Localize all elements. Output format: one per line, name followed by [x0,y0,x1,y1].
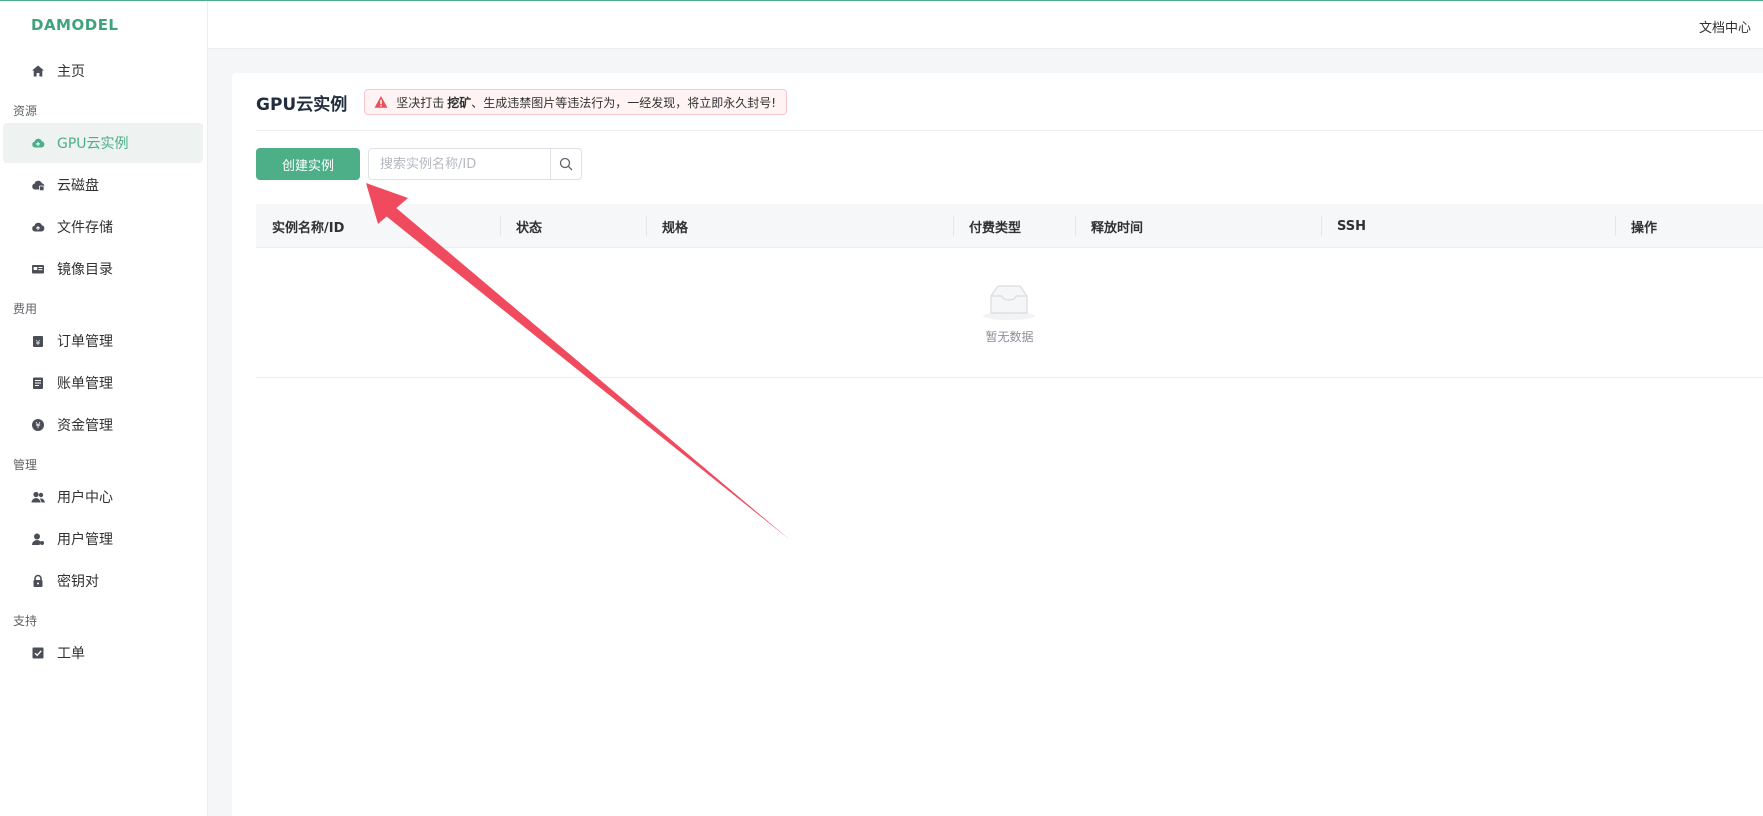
column-header-release-time[interactable]: 释放时间 [1075,204,1143,248]
sidebar-item-orders[interactable]: ¥ 订单管理 [3,321,203,361]
cloud-disk-icon [31,178,45,192]
table-header: 实例名称/ID 状态 规格 付费类型 释放时间 SSH 操作 [256,204,1763,248]
column-header-name[interactable]: 实例名称/ID [256,204,344,248]
sidebar-item-label: 用户中心 [57,490,113,506]
warning-icon [374,96,388,108]
top-header: 文档中心 [208,1,1763,49]
lock-icon [31,574,45,588]
column-header-ssh[interactable]: SSH [1321,204,1366,248]
image-catalog-icon [31,262,45,276]
sidebar-item-label: 镜像目录 [57,262,113,278]
sidebar-item-tickets[interactable]: 工单 [3,633,203,673]
search-box [368,148,582,180]
ticket-icon [31,646,45,660]
warning-text-bold: 挖矿 [447,95,472,110]
sidebar-section-resources: 资源 [13,104,38,118]
funds-icon: ¥ [31,418,45,432]
sidebar-item-funds[interactable]: ¥ 资金管理 [3,405,203,445]
sidebar-item-image-catalog[interactable]: 镜像目录 [3,249,203,289]
cloud-storage-icon [31,220,45,234]
sidebar-item-label: 工单 [57,646,85,662]
empty-state: 暂无数据 [256,278,1763,345]
sidebar-item-label: 主页 [57,64,85,80]
bill-icon [31,376,45,390]
sidebar-item-user-center[interactable]: 用户中心 [3,477,203,517]
svg-text:¥: ¥ [36,339,41,347]
user-manage-icon [31,532,45,546]
search-button[interactable] [550,149,581,179]
sidebar-item-cloud-disk[interactable]: 云磁盘 [3,165,203,205]
sidebar-section-management: 管理 [13,458,38,472]
logo[interactable]: DAMODEL [0,1,207,49]
sidebar-item-label: 文件存储 [57,220,113,236]
sidebar-section-billing: 费用 [13,302,38,316]
sidebar-item-file-storage[interactable]: 文件存储 [3,207,203,247]
sidebar-item-label: 订单管理 [57,334,113,350]
column-header-billing-type[interactable]: 付费类型 [953,204,1021,248]
title-row: GPU云实例 坚决打击 挖矿 、生成违禁图片等违法行为，一经发现，将立即永久封号… [256,89,788,115]
cloud-server-icon [31,136,45,150]
column-header-actions[interactable]: 操作 [1615,204,1657,248]
page-title: GPU云实例 [256,94,348,115]
sidebar-section-support: 支持 [13,614,38,628]
sidebar-item-label: GPU云实例 [57,136,129,152]
sidebar-item-label: 密钥对 [57,574,99,590]
sidebar-item-gpu-instances[interactable]: GPU云实例 [3,123,203,163]
search-input[interactable] [369,149,550,179]
empty-box-icon [983,285,1035,320]
sidebar-item-label: 账单管理 [57,376,113,392]
warning-text-prefix: 坚决打击 [396,95,445,110]
sidebar-item-key-pairs[interactable]: 密钥对 [3,561,203,601]
sidebar-item-label: 资金管理 [57,418,113,434]
column-header-status[interactable]: 状态 [500,204,542,248]
sidebar-item-bills[interactable]: 账单管理 [3,363,203,403]
toolbar: 创建实例 [256,148,582,180]
column-header-spec[interactable]: 规格 [646,204,688,248]
docs-center-link[interactable]: 文档中心 [1699,17,1751,36]
title-divider [256,130,1763,131]
create-instance-button[interactable]: 创建实例 [256,148,360,180]
sidebar-item-label: 云磁盘 [57,178,99,194]
warning-text-suffix: 、生成违禁图片等违法行为，一经发现，将立即永久封号! [471,95,777,110]
order-icon: ¥ [31,334,45,348]
table-body: 暂无数据 [256,248,1763,378]
home-icon [31,64,45,78]
user-center-icon [31,490,45,504]
sidebar-item-user-management[interactable]: 用户管理 [3,519,203,559]
empty-text: 暂无数据 [985,330,1034,344]
svg-text:¥: ¥ [35,421,40,430]
main-card: GPU云实例 坚决打击 挖矿 、生成违禁图片等违法行为，一经发现，将立即永久封号… [232,73,1763,816]
sidebar-item-home[interactable]: 主页 [3,51,203,91]
warning-banner: 坚决打击 挖矿 、生成违禁图片等违法行为，一经发现，将立即永久封号! [364,89,788,115]
sidebar: DAMODEL 主页 资源 GPU云实例 云磁盘 文件存储 镜像目录 费用 ¥ [0,1,208,816]
search-icon [559,157,573,171]
sidebar-item-label: 用户管理 [57,532,113,548]
